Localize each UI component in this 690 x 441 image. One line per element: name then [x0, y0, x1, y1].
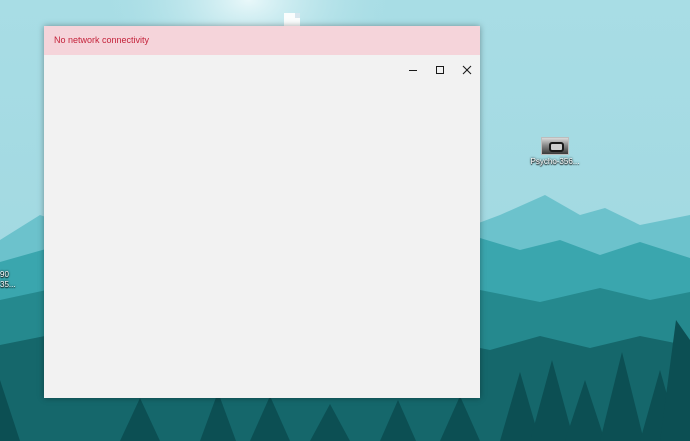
desktop-icon-partial-label[interactable]: 90 35... — [0, 270, 16, 290]
minimize-icon — [408, 70, 417, 71]
window-content-area — [44, 83, 480, 398]
desktop-icon-label: Psycho-356... — [530, 157, 580, 166]
close-button[interactable] — [453, 57, 480, 83]
partial-label-line-2: 35... — [0, 280, 16, 289]
network-error-message: No network connectivity — [54, 35, 150, 45]
notification-bar: No network connectivity — [44, 26, 480, 55]
desktop-icon-psycho[interactable]: Psycho-356... — [525, 137, 585, 166]
window-controls — [399, 57, 480, 83]
maximize-button[interactable] — [426, 57, 453, 83]
close-icon — [462, 65, 471, 75]
image-file-icon — [541, 137, 569, 155]
minimize-button[interactable] — [399, 57, 426, 83]
desktop-file-icon[interactable] — [284, 13, 300, 27]
partial-label-line-1: 90 — [0, 270, 9, 279]
maximize-icon — [435, 66, 444, 74]
desktop: 90 35... Psycho-356... No network connec… — [0, 0, 690, 441]
app-window: No network connectivity — [44, 26, 480, 398]
